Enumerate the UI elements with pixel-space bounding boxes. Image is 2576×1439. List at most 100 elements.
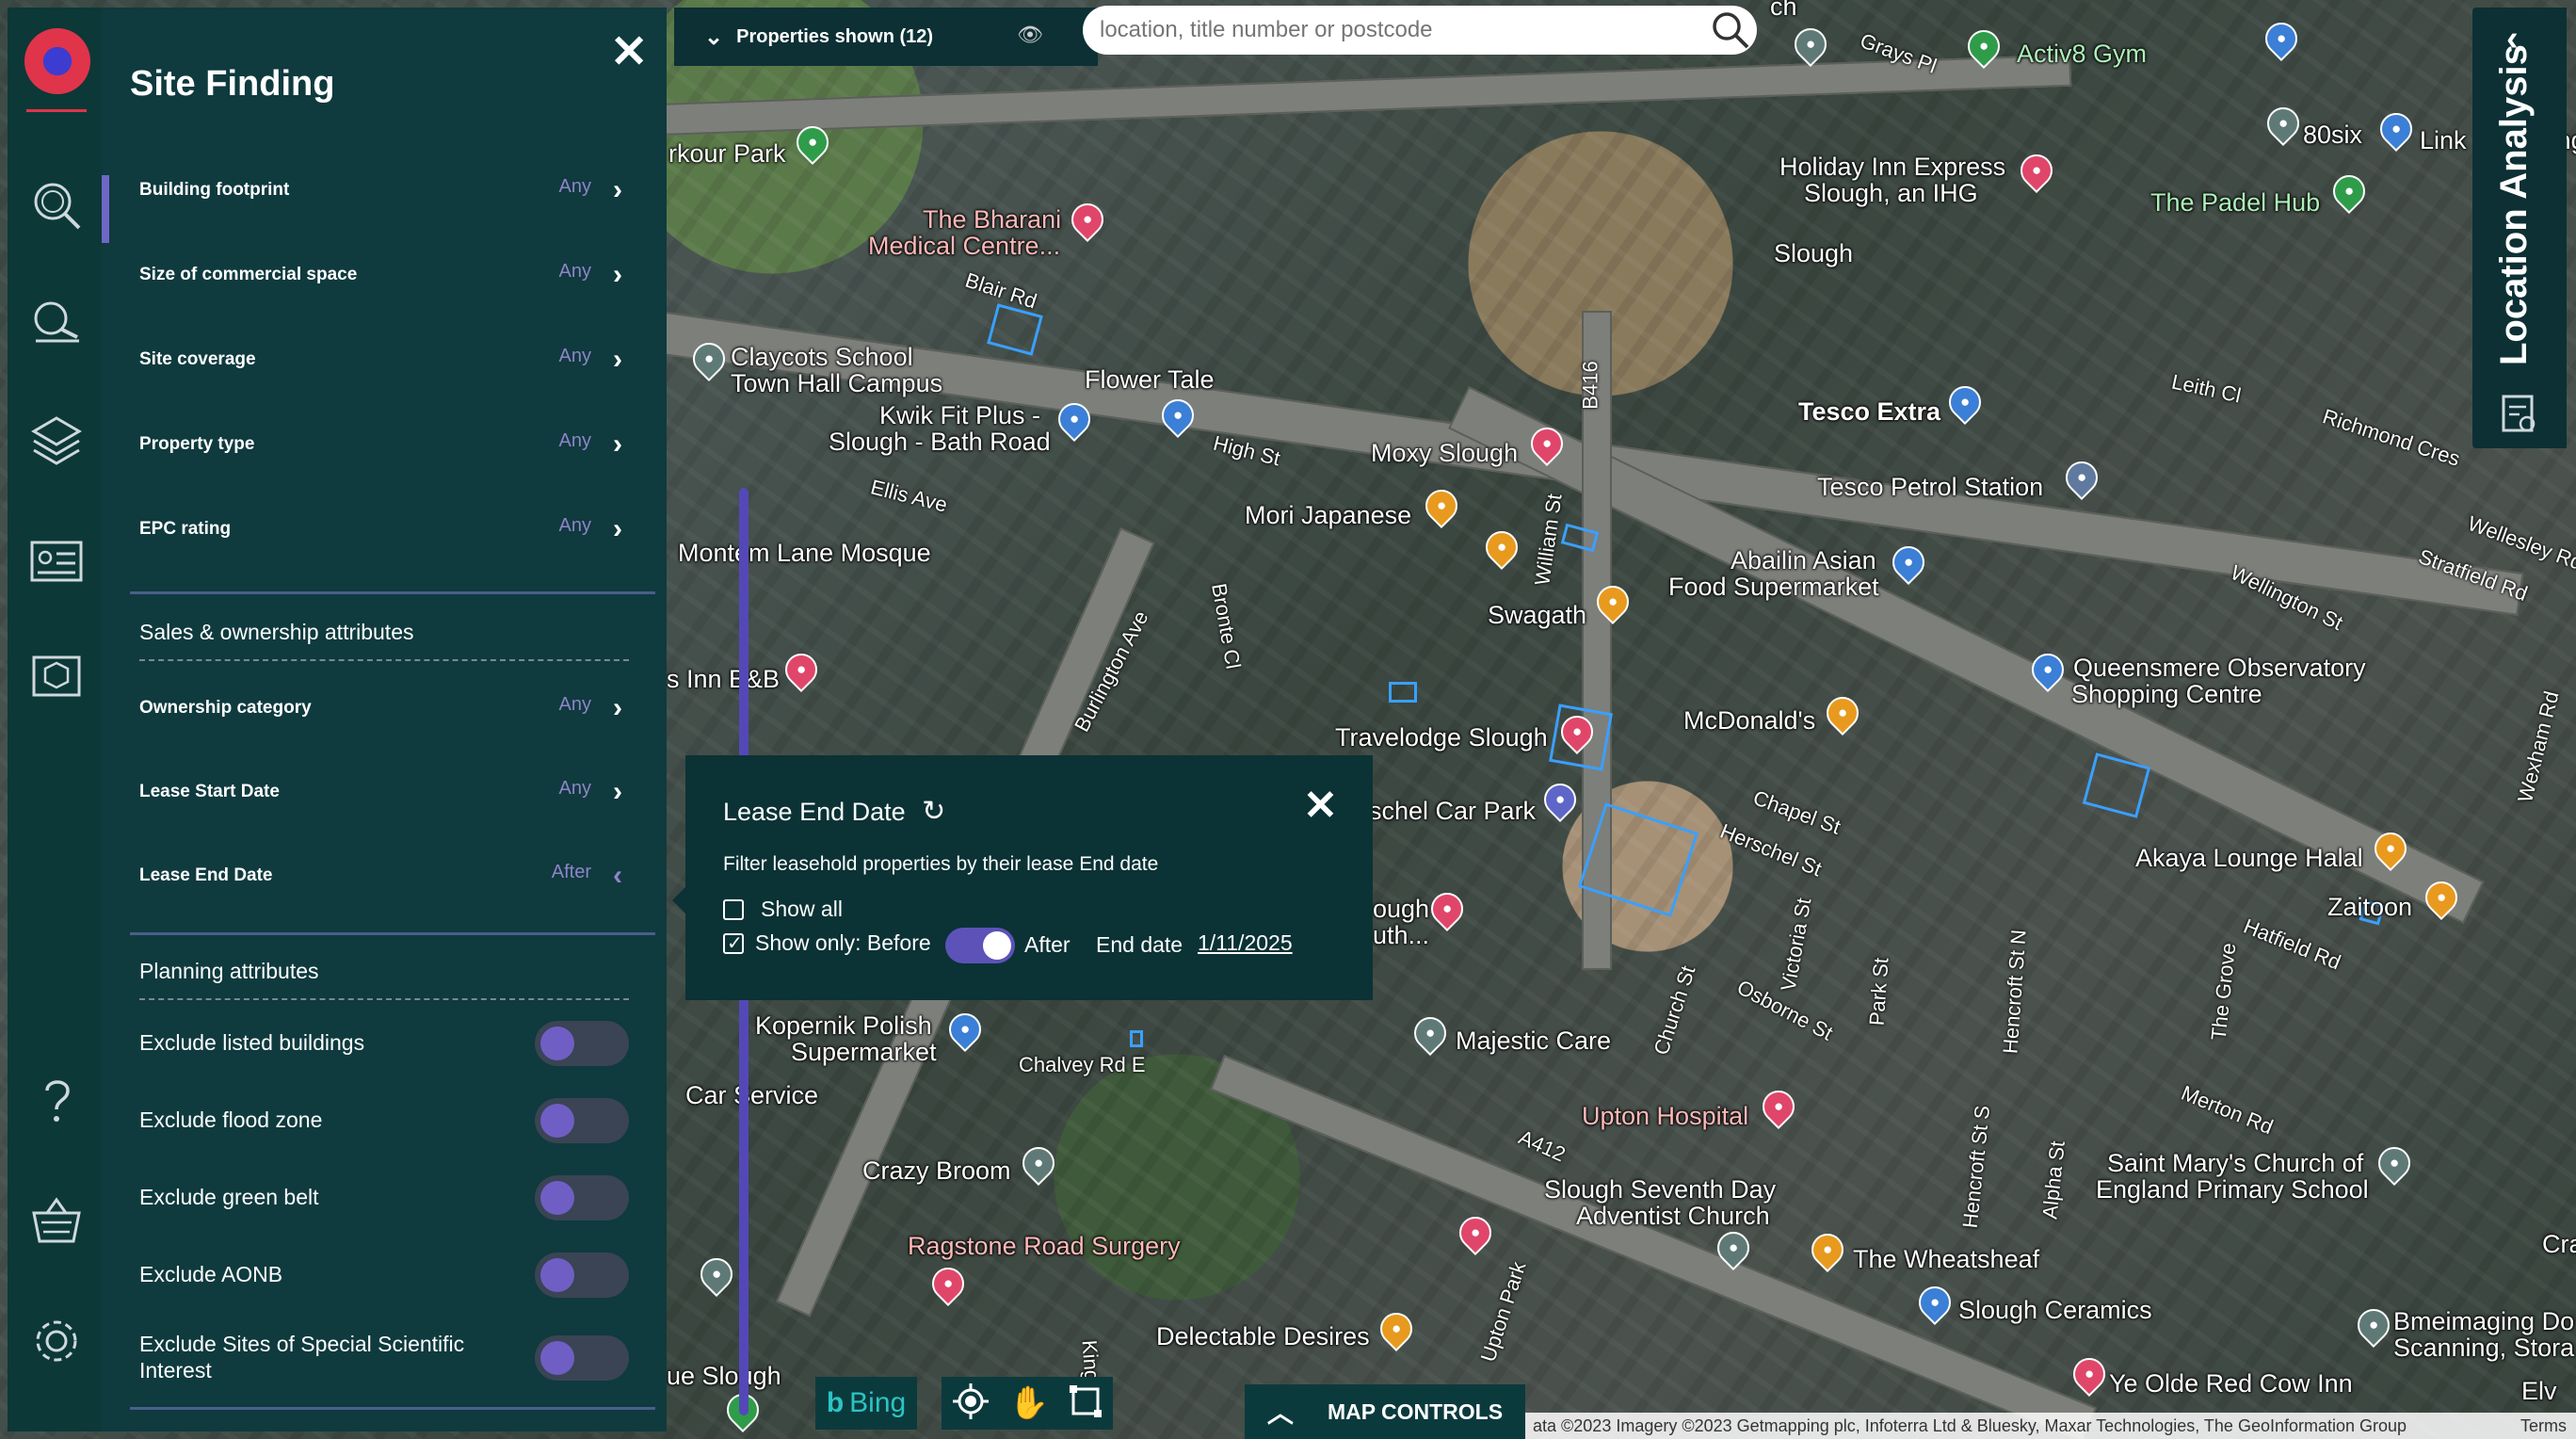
- map-marker[interactable]: ●: [1051, 396, 1098, 445]
- map-marker[interactable]: ●: [925, 1260, 972, 1309]
- map-marker[interactable]: ●: [942, 1006, 989, 1055]
- filter-building-footprint[interactable]: Building footprint Any ›: [139, 162, 629, 218]
- exclude-sssi-toggle[interactable]: [535, 1335, 629, 1381]
- exclude-green-belt-toggle[interactable]: [535, 1175, 629, 1221]
- show-only-option[interactable]: Show only: Before: [723, 930, 931, 956]
- map-marker[interactable]: ●: [2058, 454, 2105, 503]
- chevron-right-icon: ›: [613, 692, 622, 723]
- map-marker[interactable]: ●: [778, 646, 825, 695]
- filter-lease-end-date[interactable]: Lease End Date After ‹: [139, 848, 629, 904]
- search-icon[interactable]: [1704, 9, 1757, 51]
- toggle-row-green-belt: Exclude green belt: [139, 1170, 629, 1226]
- close-panel-button[interactable]: ✕: [610, 30, 648, 75]
- map-marker[interactable]: ●: [1523, 420, 1570, 469]
- show-all-checkbox[interactable]: [723, 898, 744, 920]
- map-marker[interactable]: ●: [1452, 1209, 1499, 1258]
- exclude-flood-zone-toggle[interactable]: [535, 1098, 629, 1143]
- map-marker[interactable]: ●: [1015, 1140, 1062, 1188]
- map-marker[interactable]: ●: [2260, 100, 2307, 149]
- select-area-icon[interactable]: [1068, 1383, 1103, 1424]
- map-marker[interactable]: ●: [1819, 689, 1866, 738]
- settings-gear-icon[interactable]: [26, 1311, 87, 1371]
- close-popup-button[interactable]: ✕: [1303, 785, 1338, 827]
- show-all-option[interactable]: Show all: [723, 897, 843, 922]
- filter-label: Site coverage: [139, 349, 256, 369]
- filter-label: Building footprint: [139, 180, 290, 200]
- locate-icon[interactable]: [951, 1382, 990, 1426]
- show-only-checkbox[interactable]: [723, 931, 744, 955]
- map-marker[interactable]: ●: [1804, 1226, 1851, 1275]
- map-marker[interactable]: ●: [1407, 1010, 1454, 1059]
- map-marker[interactable]: ●: [1787, 21, 1834, 70]
- app-logo[interactable]: [24, 28, 90, 94]
- search-input[interactable]: [1100, 17, 1704, 43]
- report-card-icon[interactable]: [26, 531, 87, 591]
- filter-commercial-space[interactable]: Size of commercial space Any ›: [139, 247, 629, 303]
- filter-epc-rating[interactable]: EPC rating Any ›: [139, 501, 629, 558]
- map-marker[interactable]: ●: [2326, 168, 2373, 217]
- map-marker[interactable]: ●: [1941, 379, 1988, 428]
- map-marker[interactable]: ●: [1537, 776, 1584, 825]
- property-outline[interactable]: [1130, 1030, 1143, 1047]
- map-marker[interactable]: ●: [1064, 196, 1111, 245]
- basket-icon[interactable]: [26, 1190, 87, 1251]
- map-marker[interactable]: ●: [1960, 23, 2007, 72]
- filter-label: EPC rating: [139, 519, 232, 539]
- toggle-label: Exclude Sites of Special Scientific Inte…: [139, 1332, 465, 1382]
- map-marker[interactable]: ●: [1589, 578, 1636, 627]
- filter-lease-start-date[interactable]: Lease Start Date Any ›: [139, 764, 629, 820]
- map-marker[interactable]: ●: [2024, 646, 2071, 695]
- dashed-divider: [139, 998, 629, 1000]
- map-marker[interactable]: ●: [2367, 825, 2414, 874]
- search-bar[interactable]: [1083, 6, 1757, 55]
- map-marker[interactable]: ●: [2373, 105, 2420, 154]
- map-street-label: King: [1077, 1339, 1104, 1382]
- map-place-label: Crazy Broom: [862, 1156, 1011, 1185]
- terms-link[interactable]: Terms: [2520, 1416, 2567, 1436]
- dashed-divider: [139, 659, 629, 661]
- map-street-label: Chalvey Rd E: [1019, 1053, 1146, 1076]
- help-icon[interactable]: [26, 1070, 87, 1130]
- map-marker[interactable]: ●: [1710, 1224, 1757, 1273]
- exclude-listed-buildings-toggle[interactable]: [535, 1021, 629, 1066]
- map-marker[interactable]: ●: [1373, 1305, 1420, 1354]
- site-finding-search-icon[interactable]: [26, 175, 87, 235]
- map-marker[interactable]: ●: [1418, 482, 1465, 531]
- map-marker[interactable]: ●: [2013, 147, 2060, 196]
- measure-search-icon[interactable]: [26, 292, 87, 352]
- pan-hand-icon[interactable]: ✋: [1009, 1384, 1049, 1422]
- map-place-label: The Bharani: [923, 205, 1062, 234]
- filter-ownership-category[interactable]: Ownership category Any ›: [139, 680, 629, 736]
- building-layers-icon[interactable]: [26, 411, 87, 471]
- map-box-icon[interactable]: [26, 646, 87, 706]
- bing-label: Bing: [849, 1387, 907, 1418]
- map-marker[interactable]: ●: [1554, 708, 1601, 757]
- eye-icon[interactable]: 👁: [1017, 23, 1043, 47]
- map-marker[interactable]: ●: [2066, 1350, 2113, 1399]
- map-marker[interactable]: ●: [693, 1251, 740, 1300]
- map-marker[interactable]: ●: [1478, 524, 1525, 573]
- map-marker[interactable]: ●: [1911, 1279, 1958, 1328]
- exclude-aonb-toggle[interactable]: [535, 1253, 629, 1298]
- map-marker[interactable]: ●: [2371, 1140, 2418, 1188]
- end-date-input[interactable]: 1/11/2025: [1198, 930, 1293, 956]
- map-marker[interactable]: ●: [1755, 1083, 1802, 1132]
- property-outline[interactable]: [1389, 682, 1417, 703]
- map-marker[interactable]: ●: [1154, 392, 1201, 441]
- reset-icon[interactable]: ↻: [922, 796, 945, 827]
- map-marker[interactable]: ●: [685, 335, 733, 384]
- map-marker[interactable]: ●: [789, 119, 836, 168]
- map-marker[interactable]: ●: [2418, 874, 2465, 923]
- before-after-toggle[interactable]: [945, 928, 1015, 963]
- map-controls-button[interactable]: ︿ MAP CONTROLS: [1245, 1384, 1525, 1439]
- location-analysis-tab[interactable]: ‹ Location Analysis: [2472, 8, 2567, 448]
- filter-property-type[interactable]: Property type Any ›: [139, 416, 629, 473]
- properties-shown-dropdown[interactable]: ⌄ Properties shown (12) 👁: [674, 8, 1098, 66]
- map-marker[interactable]: ●: [1424, 885, 1471, 934]
- filter-value: After: [551, 861, 591, 882]
- filter-site-coverage[interactable]: Site coverage Any ›: [139, 331, 629, 388]
- report-icon[interactable]: [2501, 394, 2538, 440]
- map-marker[interactable]: ●: [2350, 1302, 2397, 1350]
- map-marker[interactable]: ●: [2258, 15, 2305, 64]
- map-marker[interactable]: ●: [1885, 539, 1932, 588]
